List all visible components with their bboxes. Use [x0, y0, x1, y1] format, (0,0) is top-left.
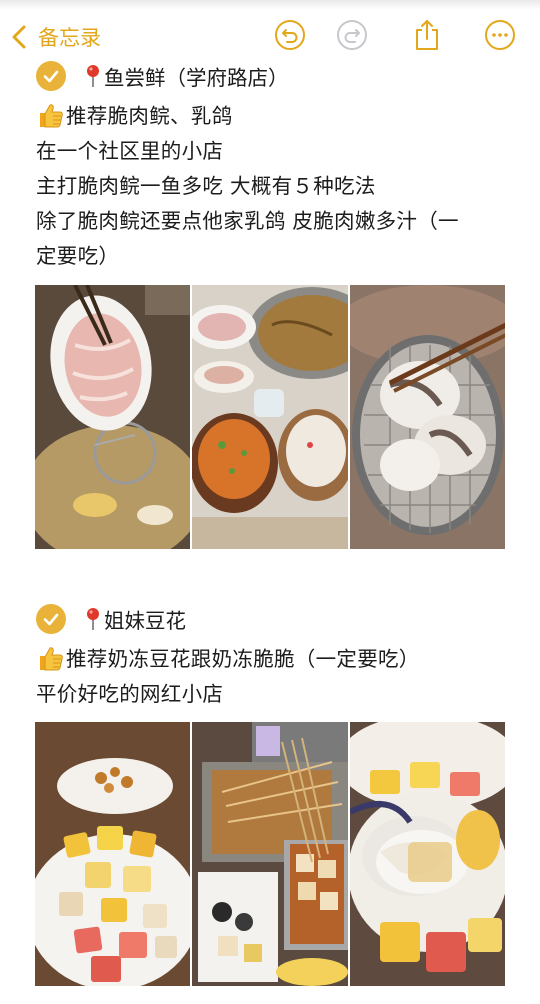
fish-in-ladle-photo[interactable]	[349, 285, 505, 549]
note-line: 定要吃）	[36, 244, 120, 268]
checklist-item: 姐妹豆花	[36, 601, 506, 637]
thumbs-up-icon	[36, 101, 64, 129]
note-line: 主打脆肉鲩一鱼多吃 大概有５种吃法	[36, 174, 376, 198]
pin-icon	[84, 63, 102, 89]
undo-button[interactable]	[273, 20, 307, 54]
note-line: 推荐奶冻豆花跟奶冻脆脆（一定要吃）	[36, 642, 506, 677]
fish-slices-photo[interactable]	[35, 285, 191, 549]
skewers-photo[interactable]	[192, 722, 348, 986]
note-line: 在一个社区里的小店	[36, 139, 224, 163]
fruit-dessert-photo[interactable]	[35, 722, 191, 986]
note-line: 推荐脆肉鲩、乳鸽	[36, 99, 506, 134]
checkmark-icon[interactable]	[36, 604, 66, 634]
thumbs-up-icon	[36, 644, 64, 672]
back-button[interactable]: 备忘录	[10, 20, 101, 54]
section-title: 鱼尝鲜（学府路店）	[104, 66, 289, 90]
note-section-2: 姐妹豆花 推荐奶冻豆花跟奶冻脆脆（一定要吃） 平价好吃的网红小店	[36, 601, 506, 712]
more-button[interactable]	[483, 20, 517, 54]
photo-gallery-1	[35, 285, 505, 549]
share-button[interactable]	[410, 20, 444, 54]
checkmark-icon[interactable]	[36, 61, 66, 91]
note-section-1: 鱼尝鲜（学府路店） 推荐脆肉鲩、乳鸽 在一个社区里的小店 主打脆肉鲩一鱼多吃 大…	[36, 58, 506, 274]
chevron-left-icon	[10, 20, 36, 54]
back-label: 备忘录	[38, 26, 101, 50]
checklist-item: 鱼尝鲜（学府路店）	[36, 58, 506, 94]
pin-icon	[84, 606, 102, 632]
photo-gallery-2	[35, 722, 505, 986]
more-icon	[484, 19, 516, 55]
share-icon	[412, 18, 442, 56]
redo-button[interactable]	[335, 20, 369, 54]
undo-icon	[274, 19, 306, 55]
spoon-dessert-photo[interactable]	[349, 722, 505, 986]
section-title: 姐妹豆花	[104, 609, 186, 633]
redo-icon	[336, 19, 368, 55]
note-line: 平价好吃的网红小店	[36, 682, 224, 706]
status-strip	[0, 0, 540, 10]
hotpot-table-photo[interactable]	[192, 285, 348, 549]
note-line: 除了脆肉鲩还要点他家乳鸽 皮脆肉嫩多汁（一	[36, 209, 459, 233]
notes-toolbar: 备忘录	[0, 12, 540, 62]
